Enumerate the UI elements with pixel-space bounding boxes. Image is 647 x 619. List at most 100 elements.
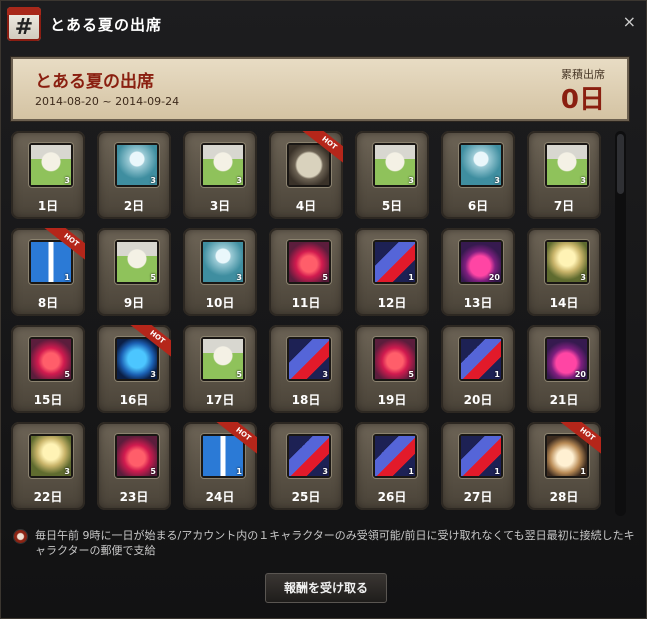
day-label: 24日: [205, 490, 235, 504]
reward-quantity: 1: [494, 467, 500, 476]
day-label: 18日: [291, 393, 321, 407]
reward-slot: 1: [459, 337, 503, 381]
day-label: 25日: [291, 490, 321, 504]
reward-quantity: 3: [64, 176, 70, 185]
reward-cell[interactable]: 1 27日: [441, 422, 515, 510]
reward-cell[interactable]: 3 18日: [269, 325, 343, 413]
day-label: 28日: [549, 490, 579, 504]
reward-quantity: 5: [408, 370, 414, 379]
reward-cell[interactable]: 1 28日 HOT: [527, 422, 601, 510]
scrollbar-thumb[interactable]: [617, 134, 624, 194]
reward-slot: 3: [287, 337, 331, 381]
reward-cell[interactable]: 1 12日: [355, 228, 429, 316]
reward-cell[interactable]: 1 24日 HOT: [183, 422, 257, 510]
day-label: 19日: [377, 393, 407, 407]
reward-slot: 1: [459, 434, 503, 478]
day-label: 5日: [381, 199, 403, 213]
day-label: 23日: [119, 490, 149, 504]
day-label: 20日: [463, 393, 493, 407]
reward-quantity: 5: [150, 467, 156, 476]
reward-cell[interactable]: 3 1日: [11, 131, 85, 219]
reward-slot: 3: [373, 143, 417, 187]
day-label: 2日: [123, 199, 145, 213]
reward-cell[interactable]: 5 9日: [97, 228, 171, 316]
day-grid: 3 1日 3 2日 3 3日 4日 HOT 3 5日 3 6日 3 7日 1 8日 HOT 5 9日 3 10日 5 11日…: [11, 131, 611, 516]
reward-slot: 3: [201, 143, 245, 187]
calendar-icon: #: [7, 7, 41, 41]
reward-cell[interactable]: 5 19日: [355, 325, 429, 413]
event-header: とある夏の出席 2014-08-20 ~ 2014-09-24 累積出席 0日: [11, 57, 629, 121]
day-label: 26日: [377, 490, 407, 504]
window-title: とある夏の出席: [50, 16, 163, 34]
reward-quantity: 5: [322, 273, 328, 282]
reward-cell[interactable]: 1 20日: [441, 325, 515, 413]
reward-cell[interactable]: 20 21日: [527, 325, 601, 413]
reward-slot: 5: [115, 434, 159, 478]
reward-quantity: 3: [64, 467, 70, 476]
scroll-icon: [289, 145, 329, 185]
reward-quantity: 3: [236, 176, 242, 185]
reward-cell[interactable]: 3 25日: [269, 422, 343, 510]
reward-slot: 5: [115, 240, 159, 284]
reward-cell[interactable]: 3 7日: [527, 131, 601, 219]
day-label: 13日: [463, 296, 493, 310]
reward-cell[interactable]: 3 6日: [441, 131, 515, 219]
reward-quantity: 3: [150, 176, 156, 185]
reward-quantity: 1: [408, 273, 414, 282]
reward-slot: 3: [545, 240, 589, 284]
day-label: 21日: [549, 393, 579, 407]
reward-cell[interactable]: 5 17日: [183, 325, 257, 413]
day-label: 8日: [37, 296, 59, 310]
day-label: 6日: [467, 199, 489, 213]
reward-cell[interactable]: 1 26日: [355, 422, 429, 510]
reward-quantity: 3: [322, 467, 328, 476]
close-icon[interactable]: ×: [623, 12, 636, 31]
reward-cell[interactable]: 3 16日 HOT: [97, 325, 171, 413]
reward-quantity: 3: [236, 273, 242, 282]
reward-slot: 5: [373, 337, 417, 381]
reward-quantity: 3: [580, 176, 586, 185]
reward-cell[interactable]: 3 10日: [183, 228, 257, 316]
event-name: とある夏の出席: [35, 72, 154, 92]
reward-quantity: 5: [64, 370, 70, 379]
scrollbar[interactable]: [615, 131, 626, 516]
reward-slot: 1: [29, 240, 73, 284]
reward-cell[interactable]: 3 5日: [355, 131, 429, 219]
reward-cell[interactable]: 4日 HOT: [269, 131, 343, 219]
reward-quantity: 3: [322, 370, 328, 379]
reward-cell[interactable]: 5 11日: [269, 228, 343, 316]
reward-slot: 3: [287, 434, 331, 478]
reward-cell[interactable]: 5 15日: [11, 325, 85, 413]
reward-quantity: 1: [64, 273, 70, 282]
reward-quantity: 1: [236, 467, 242, 476]
reward-quantity: 5: [150, 273, 156, 282]
reward-slot: 3: [545, 143, 589, 187]
reward-cell[interactable]: 3 3日: [183, 131, 257, 219]
reward-cell[interactable]: 3 2日: [97, 131, 171, 219]
attendance-window: # とある夏の出席 × とある夏の出席 2014-08-20 ~ 2014-09…: [0, 0, 647, 619]
notice-icon: [14, 530, 27, 543]
title-bar: # とある夏の出席 ×: [1, 1, 646, 45]
reward-slot: 5: [201, 337, 245, 381]
reward-cell[interactable]: 1 8日 HOT: [11, 228, 85, 316]
day-label: 7日: [553, 199, 575, 213]
day-label: 10日: [205, 296, 235, 310]
claim-reward-button[interactable]: 報酬を受け取る: [265, 573, 387, 603]
reward-quantity: 5: [236, 370, 242, 379]
reward-quantity: 1: [494, 370, 500, 379]
reward-quantity: 20: [488, 273, 500, 282]
reward-cell[interactable]: 3 22日: [11, 422, 85, 510]
event-dates: 2014-08-20 ~ 2014-09-24: [35, 95, 180, 108]
reward-slot: 3: [29, 434, 73, 478]
reward-quantity: 3: [580, 273, 586, 282]
reward-slot: 20: [459, 240, 503, 284]
reward-quantity: 1: [408, 467, 414, 476]
reward-cell[interactable]: 5 23日: [97, 422, 171, 510]
reward-slot: 1: [201, 434, 245, 478]
reward-cell[interactable]: 3 14日: [527, 228, 601, 316]
day-label: 16日: [119, 393, 149, 407]
day-label: 3日: [209, 199, 231, 213]
reward-cell[interactable]: 20 13日: [441, 228, 515, 316]
reward-quantity: 3: [408, 176, 414, 185]
reward-slot: 1: [545, 434, 589, 478]
